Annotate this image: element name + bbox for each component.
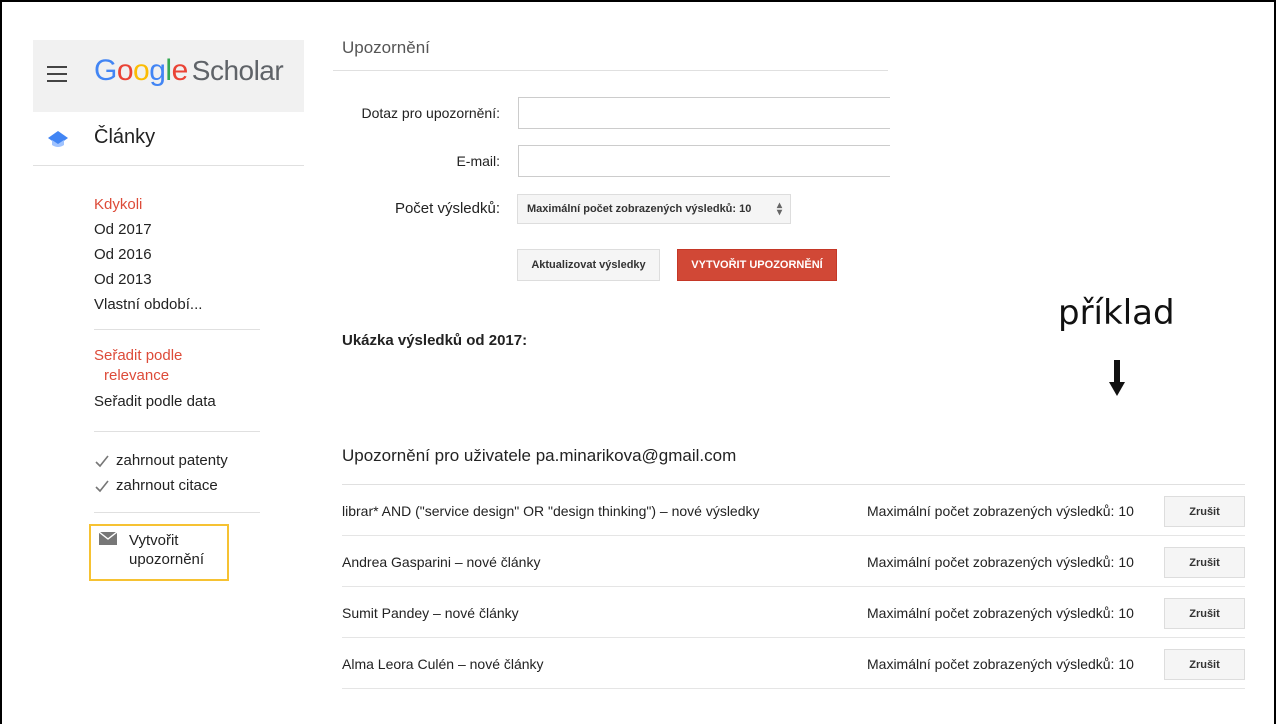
checkmark-icon — [95, 455, 109, 467]
preview-title: Ukázka výsledků od 2017: — [342, 332, 528, 349]
logo-suffix: Scholar — [191, 55, 284, 86]
create-alert-line2: upozornění — [129, 551, 205, 568]
include-citations-label: zahrnout citace — [116, 477, 218, 494]
filter-since-2017[interactable]: Od 2017 — [94, 217, 202, 242]
sidebar-header: Google Scholar — [33, 40, 304, 112]
alert-max-results: Maximální počet zobrazených výsledků: 10 — [867, 605, 1134, 621]
results-count-value: Maximální počet zobrazených výsledků: 10 — [527, 203, 752, 215]
select-arrows-icon: ▴ ▾ — [776, 200, 782, 218]
time-filter-list: Kdykoli Od 2017 Od 2016 Od 2013 Vlastní … — [94, 192, 202, 317]
include-patents-label: zahrnout patenty — [116, 452, 228, 469]
update-results-button[interactable]: Aktualizovat výsledky — [517, 249, 660, 281]
create-alert-label: Vytvořit upozornění — [129, 531, 204, 569]
filter-custom-range[interactable]: Vlastní období... — [94, 292, 202, 317]
sidebar-divider — [94, 329, 260, 330]
create-alert-link[interactable]: Vytvořit upozornění — [89, 524, 229, 581]
create-alert-button[interactable]: VYTVOŘIT UPOZORNĚNÍ — [677, 249, 837, 281]
include-citations-checkbox[interactable]: zahrnout citace — [94, 473, 228, 498]
include-options: zahrnout patenty zahrnout citace — [94, 448, 228, 498]
sidebar-divider — [94, 512, 260, 513]
query-label: Dotaz pro upozornění: — [361, 105, 500, 121]
alert-max-results: Maximální počet zobrazených výsledků: 10 — [867, 503, 1134, 519]
alerts-title: Upozornění pro uživatele pa.minarikova@g… — [342, 446, 737, 465]
email-input[interactable] — [518, 145, 890, 177]
filter-any-time[interactable]: Kdykoli — [94, 192, 202, 217]
articles-label: Články — [94, 126, 156, 148]
google-scholar-logo[interactable]: Google Scholar — [94, 54, 284, 88]
alert-query[interactable]: Sumit Pandey – nové články — [342, 605, 519, 621]
create-alert-line1: Vytvořit — [129, 532, 179, 549]
sort-date[interactable]: Seřadit podle data — [94, 392, 216, 412]
filter-since-2016[interactable]: Od 2016 — [94, 242, 202, 267]
title-divider — [333, 70, 888, 71]
alert-query[interactable]: librar* AND ("service design" OR "design… — [342, 503, 760, 519]
sort-relevance[interactable]: Seřadit podle relevance — [94, 346, 216, 386]
alert-row: Andrea Gasparini – nové články Maximální… — [342, 536, 1245, 587]
mail-icon — [99, 532, 117, 545]
alert-query[interactable]: Alma Leora Culén – nové články — [342, 656, 544, 672]
alert-max-results: Maximální počet zobrazených výsledků: 10 — [867, 656, 1134, 672]
sidebar-articles[interactable]: Články — [33, 112, 304, 166]
alert-max-results: Maximální počet zobrazených výsledků: 10 — [867, 554, 1134, 570]
alert-row: Alma Leora Culén – nové články Maximální… — [342, 638, 1245, 689]
sort-list: Seřadit podle relevance Seřadit podle da… — [94, 346, 216, 412]
page-title: Upozornění — [342, 38, 430, 57]
include-patents-checkbox[interactable]: zahrnout patenty — [94, 448, 228, 473]
results-count-select[interactable]: Maximální počet zobrazených výsledků: 10… — [517, 194, 791, 224]
cancel-alert-button[interactable]: Zrušit — [1164, 598, 1245, 629]
checkmark-icon — [95, 480, 109, 492]
query-input[interactable] — [518, 97, 890, 129]
alert-query[interactable]: Andrea Gasparini – nové články — [342, 554, 540, 570]
alert-row: Sumit Pandey – nové články Maximální poč… — [342, 587, 1245, 638]
cancel-alert-button[interactable]: Zrušit — [1164, 649, 1245, 680]
graduation-cap-icon — [48, 131, 68, 147]
sidebar-divider — [94, 431, 260, 432]
email-label: E-mail: — [456, 153, 500, 169]
cancel-alert-button[interactable]: Zrušit — [1164, 547, 1245, 578]
sort-relevance-line2: relevance — [104, 367, 170, 384]
arrow-down-icon — [1109, 360, 1125, 396]
results-label: Počet výsledků: — [394, 200, 500, 217]
filter-since-2013[interactable]: Od 2013 — [94, 267, 202, 292]
sort-relevance-line1: Seřadit podle — [94, 347, 183, 364]
menu-icon[interactable] — [47, 66, 67, 82]
annotation-text: příklad — [1058, 293, 1175, 333]
alert-row: librar* AND ("service design" OR "design… — [342, 485, 1245, 536]
cancel-alert-button[interactable]: Zrušit — [1164, 496, 1245, 527]
